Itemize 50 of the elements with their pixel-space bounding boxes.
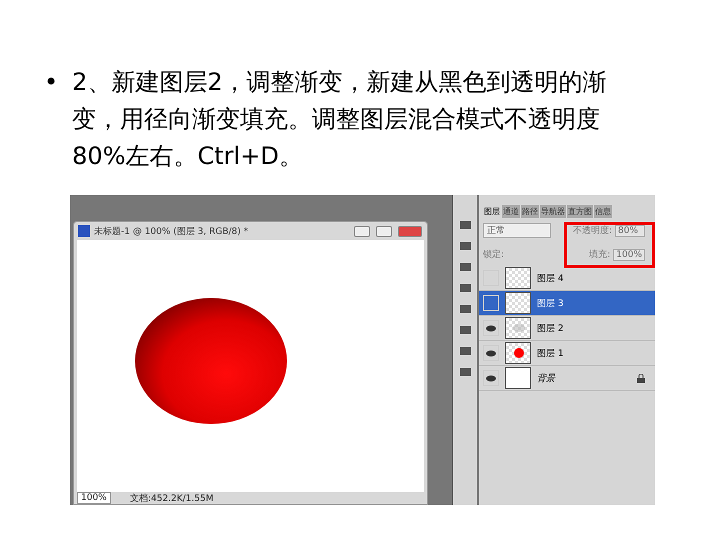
panel-tab[interactable]: 直方图 (567, 205, 593, 218)
panel-tab[interactable]: 信息 (594, 205, 612, 218)
panel-tab[interactable]: 导航器 (540, 205, 566, 218)
panel-icon[interactable] (458, 240, 472, 252)
eye-icon (486, 374, 496, 382)
zoom-field[interactable]: 100% (77, 492, 111, 504)
panel-icon[interactable] (458, 282, 472, 294)
layer-name: 图层 4 (537, 272, 565, 284)
panel-icon[interactable] (458, 345, 472, 357)
eye-icon (486, 350, 496, 356)
layer-name: 背景 (537, 372, 556, 384)
visibility-toggle[interactable] (483, 345, 499, 361)
layer-name: 图层 1 (537, 348, 565, 360)
layer-thumbnail (505, 292, 531, 314)
panel-icon[interactable] (458, 324, 472, 336)
bullet-marker: • (44, 67, 58, 98)
close-button[interactable] (398, 226, 422, 236)
panel-icon[interactable] (458, 219, 472, 231)
panel-icon[interactable] (458, 303, 472, 315)
maximize-button[interactable] (376, 226, 392, 236)
opacity-field[interactable]: 80% (615, 224, 645, 236)
layer-name: 图层 3 (537, 298, 565, 310)
layer-thumbnail (505, 317, 531, 339)
visibility-toggle[interactable] (483, 370, 499, 386)
layer-row[interactable]: 图层 1 (479, 341, 655, 366)
slide-paragraph: 2、新建图层2，调整渐变，新建从黑色到透明的渐变，用径向渐变填充。调整图层混合模式不透明度80%左右。Ctrl+D。 (72, 67, 608, 172)
blend-mode-dropdown[interactable]: 正常 (483, 223, 551, 238)
document-icon (78, 225, 90, 237)
eye-icon (486, 324, 496, 332)
layer-row[interactable]: 图层 2 (479, 316, 655, 341)
visibility-toggle[interactable] (483, 320, 499, 336)
layer-thumbnail (505, 367, 531, 389)
minimize-button[interactable] (354, 226, 370, 236)
layer-thumbnail (505, 342, 531, 364)
panel-tab[interactable]: 图层 (483, 205, 501, 218)
layer-name: 图层 2 (537, 322, 565, 334)
panel-tab[interactable]: 通道 (502, 205, 520, 218)
layer-row[interactable]: 背景 (479, 366, 655, 391)
panel-icon[interactable] (458, 366, 472, 378)
document-status: 文档:452.2K/1.55M (128, 492, 214, 504)
opacity-label: 不透明度: (572, 224, 612, 237)
fill-field[interactable]: 100% (613, 248, 645, 260)
layer-row[interactable]: 图层 3 (479, 291, 655, 316)
panel-icon[interactable] (458, 261, 472, 273)
layer-thumbnail (505, 267, 531, 289)
window-title: 未标题-1 @ 100% (图层 3, RGB/8) * (94, 226, 250, 238)
lock-label: 锁定: (483, 248, 504, 261)
visibility-toggle[interactable] (483, 295, 499, 311)
fill-label: 填充: (589, 248, 610, 261)
panel-tab[interactable]: 路径 (521, 205, 539, 218)
